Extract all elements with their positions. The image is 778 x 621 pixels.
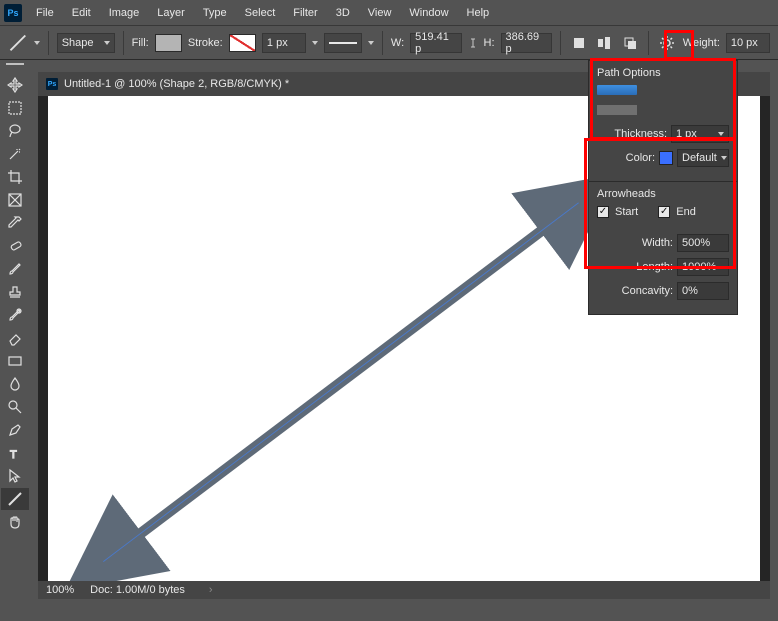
menu-window[interactable]: Window [401,3,456,23]
fill-label: Fill: [132,37,149,49]
stroke-swatch[interactable] [229,34,256,52]
status-bar: 100% Doc: 1.00M/0 bytes › [38,581,770,599]
width-label: W: [391,37,404,49]
ah-concavity-label: Concavity: [622,285,673,297]
document-tab-icon: Ps [46,78,58,90]
tool-pen[interactable] [1,419,29,441]
menu-file[interactable]: File [28,3,62,23]
path-arrangement-icon[interactable] [620,32,640,54]
tool-path-select[interactable] [1,465,29,487]
tool-crop[interactable] [1,166,29,188]
tool-line[interactable] [1,488,29,510]
tool-type[interactable]: T [1,442,29,464]
doc-info[interactable]: Doc: 1.00M/0 bytes [90,584,185,596]
options-bar: Shape Fill: Stroke: 1 px W: 519.41 p H: … [0,25,778,60]
svg-text:T: T [10,449,17,461]
tool-hand[interactable] [1,511,29,533]
stroke-width-field[interactable]: 1 px [262,33,306,53]
status-more-icon[interactable]: › [209,584,213,596]
height-field[interactable]: 386.69 p [501,33,552,53]
link-wh-icon[interactable] [468,36,478,50]
tool-frame[interactable] [1,189,29,211]
menu-view[interactable]: View [360,3,400,23]
menu-select[interactable]: Select [237,3,284,23]
menu-layer[interactable]: Layer [149,3,193,23]
menu-bar: Ps File Edit Image Layer Type Select Fil… [0,0,778,25]
tool-mode-select[interactable]: Shape [57,33,115,53]
highlight-box-arrowheads [584,138,736,269]
tool-brush[interactable] [1,258,29,280]
toolbox: T [0,70,30,534]
menu-edit[interactable]: Edit [64,3,99,23]
document-title: Untitled-1 @ 100% (Shape 2, RGB/8/CMYK) … [64,78,289,90]
menu-3d[interactable]: 3D [328,3,358,23]
tool-dodge[interactable] [1,396,29,418]
tool-move[interactable] [1,74,29,96]
tool-gradient[interactable] [1,350,29,372]
app-logo: Ps [4,4,22,22]
tool-lasso[interactable] [1,120,29,142]
tool-wand[interactable] [1,143,29,165]
tool-eyedropper[interactable] [1,212,29,234]
highlight-box-middle [590,58,736,140]
stroke-style-caret[interactable] [368,41,374,45]
tool-stamp[interactable] [1,281,29,303]
zoom-value[interactable]: 100% [46,584,74,596]
tool-eraser[interactable] [1,327,29,349]
stroke-width-caret[interactable] [312,41,318,45]
tool-marquee[interactable] [1,97,29,119]
menu-filter[interactable]: Filter [285,3,325,23]
stroke-style-select[interactable] [324,33,362,53]
weight-field[interactable]: 10 px [726,33,770,53]
tool-mode-value: Shape [62,37,94,49]
menu-help[interactable]: Help [459,3,498,23]
width-field[interactable]: 519.41 p [410,33,461,53]
fill-swatch[interactable] [155,34,182,52]
path-operations-icon[interactable] [569,32,589,54]
path-alignment-icon[interactable] [595,32,615,54]
tool-heal[interactable] [1,235,29,257]
tool-preset-caret[interactable] [34,41,40,45]
toolbox-expand-handle[interactable] [0,60,30,68]
stroke-label: Stroke: [188,37,223,49]
ah-concavity-field[interactable]: 0% [677,282,729,300]
menu-type[interactable]: Type [195,3,235,23]
height-label: H: [484,37,495,49]
line-tool-icon [8,32,28,54]
tool-history-brush[interactable] [1,304,29,326]
tool-blur[interactable] [1,373,29,395]
menu-image[interactable]: Image [101,3,148,23]
highlight-box-gear [664,30,694,60]
